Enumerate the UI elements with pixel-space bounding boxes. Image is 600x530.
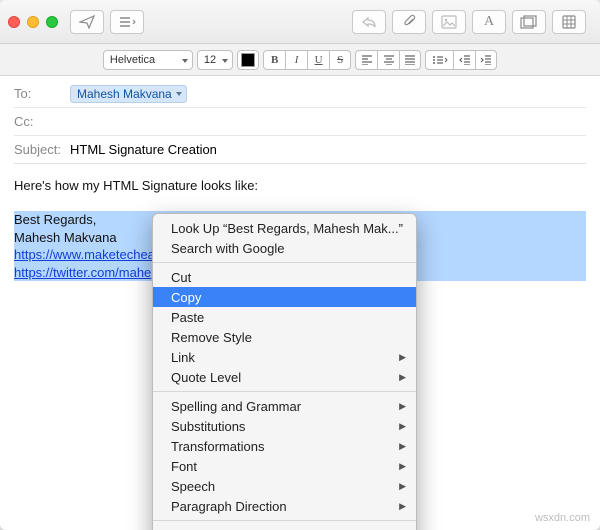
recipient-name: Mahesh Makvana bbox=[77, 87, 172, 101]
list-icon bbox=[118, 16, 136, 28]
ctx-copy[interactable]: Copy bbox=[153, 287, 416, 307]
ctx-paste[interactable]: Paste bbox=[153, 307, 416, 327]
watermark: wsxdn.com bbox=[535, 512, 590, 524]
format-toggle-button[interactable]: A bbox=[472, 10, 506, 34]
ctx-separator bbox=[153, 391, 416, 392]
align-center-button[interactable] bbox=[377, 50, 399, 70]
subject-value: HTML Signature Creation bbox=[70, 142, 217, 157]
text-color-button[interactable] bbox=[237, 50, 259, 70]
align-justify-icon bbox=[404, 55, 416, 65]
ctx-separator bbox=[153, 520, 416, 521]
font-family-value: Helvetica bbox=[110, 54, 155, 66]
ctx-substitutions[interactable]: Substitutions bbox=[153, 416, 416, 436]
reply-button[interactable] bbox=[352, 10, 386, 34]
attach-button[interactable] bbox=[392, 10, 426, 34]
ctx-speech[interactable]: Speech bbox=[153, 476, 416, 496]
reply-icon bbox=[361, 16, 377, 28]
ctx-search-google[interactable]: Search with Google bbox=[153, 238, 416, 258]
style-group: B I U S bbox=[263, 50, 351, 70]
format-letter-icon: A bbox=[484, 14, 494, 30]
ctx-transformations[interactable]: Transformations bbox=[153, 436, 416, 456]
ctx-paragraph-direction[interactable]: Paragraph Direction bbox=[153, 496, 416, 516]
cc-row[interactable]: Cc: bbox=[14, 108, 586, 136]
font-family-select[interactable]: Helvetica bbox=[103, 50, 193, 70]
ctx-cut[interactable]: Cut bbox=[153, 267, 416, 287]
indent-button[interactable] bbox=[475, 50, 497, 70]
recipient-pill[interactable]: Mahesh Makvana bbox=[70, 85, 187, 103]
paperplane-icon bbox=[79, 15, 95, 29]
to-label: To: bbox=[14, 86, 70, 101]
align-left-button[interactable] bbox=[355, 50, 377, 70]
color-swatch-icon bbox=[241, 53, 255, 67]
window-controls bbox=[8, 16, 58, 28]
outdent-icon bbox=[459, 55, 471, 65]
photo-browser-button[interactable] bbox=[512, 10, 546, 34]
bullets-icon bbox=[432, 55, 448, 65]
ctx-lookup[interactable]: Look Up “Best Regards, Mahesh Mak...” bbox=[153, 218, 416, 238]
minimize-icon[interactable] bbox=[27, 16, 39, 28]
close-icon[interactable] bbox=[8, 16, 20, 28]
stack-icon bbox=[520, 15, 538, 29]
font-size-value: 12 bbox=[204, 54, 216, 66]
list-style-button[interactable] bbox=[425, 50, 453, 70]
message-headers: To: Mahesh Makvana Cc: Subject: HTML Sig… bbox=[0, 76, 600, 164]
outdent-button[interactable] bbox=[453, 50, 475, 70]
paperclip-icon bbox=[402, 14, 416, 30]
indent-icon bbox=[480, 55, 492, 65]
ctx-remove-style[interactable]: Remove Style bbox=[153, 327, 416, 347]
sig-link-2[interactable]: https://twitter.com/mahe bbox=[14, 265, 151, 280]
markup-button[interactable] bbox=[432, 10, 466, 34]
subject-row[interactable]: Subject: HTML Signature Creation bbox=[14, 136, 586, 164]
underline-button[interactable]: U bbox=[307, 50, 329, 70]
context-menu: Look Up “Best Regards, Mahesh Mak...” Se… bbox=[152, 213, 417, 530]
emoji-button[interactable] bbox=[552, 10, 586, 34]
list-indent-group bbox=[425, 50, 497, 70]
font-size-select[interactable]: 12 bbox=[197, 50, 233, 70]
bold-button[interactable]: B bbox=[263, 50, 285, 70]
ctx-spelling[interactable]: Spelling and Grammar bbox=[153, 396, 416, 416]
compose-window: A Helvetica 12 B I U S To: bbox=[0, 0, 600, 530]
ctx-font[interactable]: Font bbox=[153, 456, 416, 476]
align-justify-button[interactable] bbox=[399, 50, 421, 70]
ctx-link[interactable]: Link bbox=[153, 347, 416, 367]
send-button[interactable] bbox=[70, 10, 104, 34]
body-intro: Here's how my HTML Signature looks like: bbox=[14, 178, 586, 193]
align-left-icon bbox=[361, 55, 373, 65]
ctx-separator bbox=[153, 262, 416, 263]
format-bar: Helvetica 12 B I U S bbox=[0, 44, 600, 76]
cc-label: Cc: bbox=[14, 114, 70, 129]
ctx-quote-level[interactable]: Quote Level bbox=[153, 367, 416, 387]
zoom-icon[interactable] bbox=[46, 16, 58, 28]
subject-label: Subject: bbox=[14, 142, 70, 157]
photo-icon bbox=[441, 15, 457, 29]
to-row[interactable]: To: Mahesh Makvana bbox=[14, 80, 586, 108]
align-center-icon bbox=[383, 55, 395, 65]
titlebar: A bbox=[0, 0, 600, 44]
header-options-button[interactable] bbox=[110, 10, 144, 34]
align-group bbox=[355, 50, 421, 70]
italic-button[interactable]: I bbox=[285, 50, 307, 70]
strike-button[interactable]: S bbox=[329, 50, 351, 70]
ctx-services[interactable]: Services bbox=[153, 525, 416, 530]
grid-icon bbox=[561, 15, 577, 29]
